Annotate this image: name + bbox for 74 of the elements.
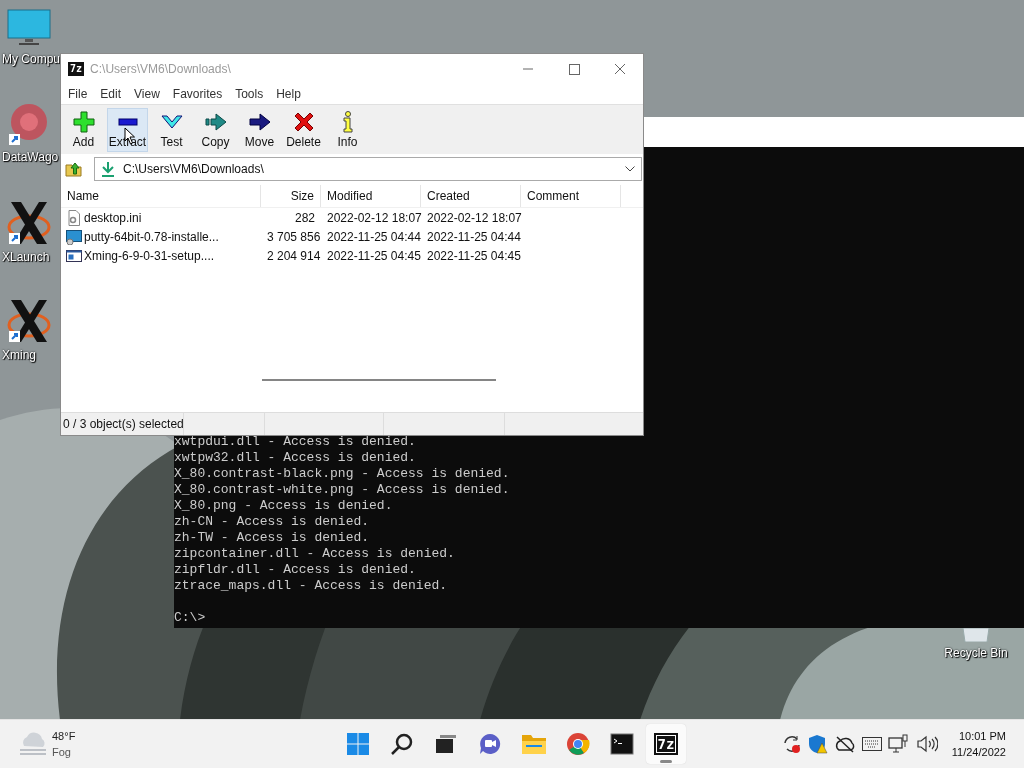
x-logo-icon[interactable] xyxy=(7,200,51,246)
modified-cell-text: 2022-02-12 18:07 xyxy=(326,210,421,225)
volume-icon[interactable] xyxy=(915,735,938,754)
console-line: zh-CN - Access is denied. xyxy=(174,514,371,530)
network-icon[interactable] xyxy=(887,734,910,755)
file-name-cell[interactable]: Xming-6-9-0-31-setup.... xyxy=(61,247,261,264)
console-prompt: C:\> xyxy=(174,610,207,626)
window-title: C:\Users\VM6\Downloads\ xyxy=(90,61,232,76)
modified-cell-text: 2022-11-25 04:45 xyxy=(326,248,421,263)
created-cell-text: 2022-11-25 04:45 xyxy=(426,248,521,263)
horizontal-scrollbar[interactable] xyxy=(262,379,496,381)
browser-icon xyxy=(566,732,590,757)
console-line: X_80.png - Access is denied. xyxy=(174,498,394,514)
toolbar-button[interactable]: Info xyxy=(327,107,368,152)
toolbar-button[interactable]: Test xyxy=(151,107,192,152)
arrow-icon xyxy=(203,110,228,134)
column-header[interactable]: Name xyxy=(61,185,261,207)
size-cell-text: 2 204 914 xyxy=(266,248,321,263)
taskbar-app-button[interactable]: 7z xyxy=(646,724,686,765)
keyboard-icon[interactable] xyxy=(861,737,882,752)
settings-file-icon xyxy=(66,209,82,226)
x-logo-icon[interactable] xyxy=(7,298,51,344)
dropdown-caret-icon[interactable] xyxy=(625,166,635,172)
toolbar-button[interactable]: Extract xyxy=(107,107,148,152)
size-cell-text: 3 705 856 xyxy=(266,229,321,244)
console-line: xwtpdui.dll - Access is denied. xyxy=(174,434,417,450)
column-header[interactable]: Comment xyxy=(521,185,621,207)
created-cell-text: 2022-02-12 18:07 xyxy=(426,210,521,225)
file-name-cell[interactable]: putty-64bit-0.78-installe... xyxy=(61,228,261,245)
console-line: X_80.contrast-black.png - Access is denied. xyxy=(174,466,511,482)
modified-cell-text: 2022-11-25 04:44 xyxy=(326,229,421,244)
plus-icon xyxy=(71,110,96,134)
column-header[interactable]: Created xyxy=(421,185,521,207)
console-line: zipcontainer.dll - Access is denied. xyxy=(174,546,456,562)
menu-item[interactable]: Favorites xyxy=(168,86,229,101)
terminal-icon xyxy=(610,733,634,756)
folder-icon xyxy=(521,732,547,757)
temperature-text[interactable]: 48°F xyxy=(52,728,76,745)
sync-icon[interactable] xyxy=(781,734,802,755)
menu-item[interactable]: Edit xyxy=(96,86,128,101)
console-line: zh-TW - Access is denied. xyxy=(174,530,371,546)
chat-icon xyxy=(478,732,502,757)
toolbar-button[interactable]: Add xyxy=(63,107,104,152)
menu-item[interactable]: Help xyxy=(272,86,307,101)
app-logo-icon: 7z xyxy=(655,735,677,754)
program-window-icon xyxy=(66,247,82,264)
menu-item[interactable]: Tools xyxy=(231,86,270,101)
toolbar-button[interactable]: Move xyxy=(239,107,280,152)
clock[interactable]: 10:01 PM 11/24/2022 xyxy=(951,728,1006,761)
monitor-icon[interactable] xyxy=(7,8,51,48)
file-name-cell[interactable]: desktop.ini xyxy=(61,209,261,226)
arrow-icon xyxy=(247,110,272,134)
windows-logo-icon xyxy=(346,732,370,757)
console-line: xwtpw32.dll - Access is denied. xyxy=(174,450,417,466)
address-field[interactable]: C:\Users\VM6\Downloads\ xyxy=(94,157,642,181)
created-cell-text: 2022-11-25 04:44 xyxy=(426,229,521,244)
console-line: ztrace_maps.dll - Access is denied. xyxy=(174,578,449,594)
column-header[interactable]: Size xyxy=(261,185,321,207)
toolbar-button[interactable]: Delete xyxy=(283,107,324,152)
installer-icon xyxy=(66,228,82,245)
status-text: 0 / 3 object(s) selected xyxy=(61,413,184,435)
toolbar-button[interactable]: Copy xyxy=(195,107,236,152)
column-header[interactable]: Modified xyxy=(321,185,421,207)
shield-warning-icon[interactable] xyxy=(807,734,828,755)
search-icon xyxy=(390,732,414,757)
app-logo-icon: 7z xyxy=(68,61,85,76)
console-line: zipfldr.dll - Access is denied. xyxy=(174,562,417,578)
weather-condition-text[interactable]: Fog xyxy=(52,744,76,761)
size-cell-text: 282 xyxy=(293,210,316,225)
cloud-off-icon[interactable] xyxy=(833,735,856,754)
menu-item[interactable]: File xyxy=(64,86,94,101)
menu-item[interactable]: View xyxy=(130,86,166,101)
download-icon xyxy=(101,161,115,177)
console-line: X_80.contrast-white.png - Access is denied. xyxy=(174,482,511,498)
